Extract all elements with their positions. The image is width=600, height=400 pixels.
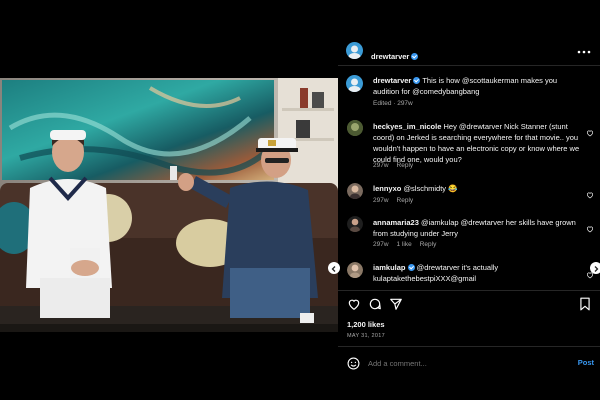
comment-like-icon[interactable] [586,124,594,137]
commenter-avatar[interactable] [347,120,363,136]
comment-icon[interactable] [368,297,382,311]
reply-button[interactable]: Reply [420,241,437,248]
post-date: MAY 31, 2017 [347,333,385,339]
comment-username[interactable]: lennyxo [373,184,401,193]
comment-likes[interactable]: 1 like [397,241,412,248]
chevron-left-icon [331,266,336,272]
comment-0: heckyes_im_nicole Hey @drewtarver Nick S… [373,121,583,165]
post-detail-panel: drewtarver drewtarver This is how @scott… [338,38,600,376]
verified-badge-icon [411,53,419,60]
comment-age: 297w [373,197,389,204]
comment-age: 297w [373,241,389,248]
commenter-avatar[interactable] [347,216,363,232]
comment-age: 297w [373,162,389,169]
chevron-right-icon [594,266,599,272]
send-icon[interactable] [389,297,403,311]
comment-3: iamkulap @drewtarver it's actually kulap… [373,262,563,284]
comment-2: annamaria23 @iamkulap @drewtarver her sk… [373,217,583,239]
comment-1: lennyxo @slschmidty 😂 [373,183,583,194]
verified-badge-icon [413,77,421,84]
commenter-avatar[interactable] [347,183,363,199]
comment-like-icon[interactable] [586,220,594,233]
previous-post-arrow[interactable] [328,262,340,274]
comment-meta: 297w Reply [373,197,421,204]
header-author[interactable]: drewtarver [371,46,419,64]
caption-username[interactable]: drewtarver [373,76,411,85]
composer-divider [338,346,600,347]
emoji-icon[interactable] [347,357,360,370]
comment-like-icon[interactable] [586,186,594,199]
bookmark-icon[interactable] [579,297,591,311]
reply-button[interactable]: Reply [397,162,414,169]
caption-avatar[interactable] [346,75,363,92]
author-username[interactable]: drewtarver [371,52,409,61]
post-button[interactable]: Post [578,358,594,367]
next-post-arrow[interactable] [590,262,600,274]
more-horizontal-icon[interactable] [577,44,591,54]
comment-username[interactable]: annamaria23 [373,218,419,227]
comment-username[interactable]: heckyes_im_nicole [373,122,441,131]
post-photo[interactable] [0,78,338,332]
actions-divider [338,290,600,291]
comment-username[interactable]: iamkulap [373,263,406,272]
commenter-avatar[interactable] [347,262,363,278]
comment-text: @slschmidty 😂 [403,184,458,193]
heart-icon[interactable] [347,297,361,311]
comment-meta: 297w 1 like Reply [373,241,444,248]
comment-meta: 297w Reply [373,162,421,169]
likes-count[interactable]: 1,200 likes [347,320,385,329]
caption-meta: Edited · 297w [373,100,413,107]
header-divider [338,65,600,66]
author-avatar[interactable] [346,42,363,59]
photo-image [0,78,338,332]
caption: drewtarver This is how @scottaukerman ma… [373,75,578,97]
verified-badge-icon [407,264,415,271]
comment-input[interactable] [368,356,548,370]
reply-button[interactable]: Reply [397,197,414,204]
